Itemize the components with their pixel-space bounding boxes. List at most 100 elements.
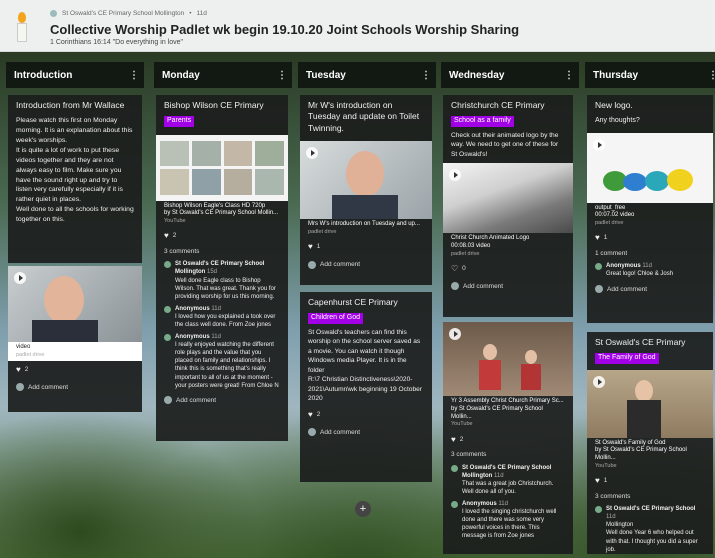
post-title: Bishop Wilson CE Primary [164, 100, 264, 110]
video-meta: Yr 3 Assembly Christ Church Primary Sc..… [451, 398, 564, 428]
video-meta: video padlet drive [8, 342, 142, 361]
post-body: Please watch this first on Monday mornin… [16, 117, 134, 223]
post-card[interactable]: Capenhurst CE Primary Children of God St… [300, 292, 432, 482]
video-thumbnail[interactable] [443, 322, 573, 396]
column-menu-icon[interactable]: ⋮ [421, 70, 431, 81]
column-wednesday: Wednesday ⋮ [441, 62, 579, 88]
video-meta: Bishop Wilson Eagle's Class HD 720p by S… [164, 202, 279, 225]
post-card[interactable]: Bishop Wilson CE Primary Parents Bishop … [156, 95, 288, 441]
video-thumbnail[interactable] [8, 266, 142, 342]
comment-count: 3 comments [451, 451, 487, 459]
heart-icon[interactable]: ♡ [451, 263, 458, 275]
heart-icon[interactable]: ♥ [595, 475, 600, 487]
play-icon[interactable] [306, 147, 318, 160]
post-body: Check out their animated logo by the way… [451, 131, 559, 158]
video-thumbnail[interactable] [156, 134, 288, 201]
comment-count: 3 comments [595, 492, 631, 500]
padlet-header: St Oswald's CE Primary School Mollington… [0, 0, 715, 52]
play-icon[interactable] [449, 328, 461, 340]
video-thumbnail[interactable] [587, 132, 713, 203]
post-title: Capenhurst CE Primary [308, 297, 398, 307]
post-card[interactable]: Introduction from Mr Wallace Please watc… [8, 95, 142, 263]
like-row[interactable]: ♥ 2 [156, 227, 288, 245]
post-title: Introduction from Mr Wallace [16, 100, 125, 110]
column-tuesday: Tuesday ⋮ [298, 62, 436, 88]
add-comment-button[interactable]: Add comment [300, 424, 432, 441]
post-card[interactable]: Mr W's introduction on Tuesday and updat… [300, 95, 432, 285]
video-thumbnail[interactable] [443, 163, 573, 234]
heart-icon[interactable]: ♥ [308, 241, 313, 253]
play-icon[interactable] [593, 138, 605, 151]
avatar [164, 261, 171, 269]
add-post-button[interactable]: + [355, 501, 371, 517]
heart-icon[interactable]: ♥ [595, 232, 600, 244]
like-row[interactable]: ♥ 2 [443, 431, 573, 449]
comment: St Oswald's CE Primary School Mollington… [443, 462, 573, 498]
post-card[interactable]: New logo. Any thoughts? output_free 00:0… [587, 95, 713, 323]
post-tag: Parents [164, 116, 195, 127]
video-meta: Christ Church Animated Logo 00:08.03 vid… [451, 235, 530, 257]
video-meta: output_free 00:07.02 video padlet drive [595, 204, 635, 227]
video-meta: St Oswald's Family of God by St Oswald's… [595, 439, 687, 469]
post-title: Christchurch CE Primary [451, 100, 545, 110]
comment: Anonymous 11d I loved how you explained a… [156, 303, 288, 331]
play-icon[interactable] [14, 272, 26, 284]
column-header: Introduction ⋮ [6, 62, 144, 88]
comment: St Oswald's CE Primary School Mollington… [156, 258, 288, 302]
column-monday: Monday ⋮ [154, 62, 292, 88]
add-comment-button[interactable]: Add comment [300, 256, 432, 273]
add-comment-button[interactable]: Add comment [443, 278, 573, 295]
avatar [16, 383, 24, 392]
like-row[interactable]: ♥ 2 [300, 406, 432, 424]
column-menu-icon[interactable]: ⋮ [277, 70, 287, 81]
column-menu-icon[interactable]: ⋮ [564, 70, 574, 81]
heart-icon[interactable]: ♥ [164, 230, 169, 242]
author-name[interactable]: St Oswald's CE Primary School Mollington [62, 10, 184, 17]
add-comment-button[interactable]: Add comment [8, 379, 142, 396]
avatar [308, 428, 316, 437]
post-title: New logo. [595, 100, 633, 110]
video-thumbnail[interactable] [587, 369, 713, 438]
comment-count: 3 comments [164, 247, 200, 255]
avatar [451, 282, 459, 291]
post-title: St Oswald's CE Primary [595, 337, 686, 347]
post-card[interactable]: Christchurch CE Primary School as a fami… [443, 95, 573, 317]
heart-icon[interactable]: ♥ [308, 409, 313, 421]
page-subtitle: 1 Corinthians 16:14 "Do everything in lo… [50, 39, 183, 46]
like-row[interactable]: ♥ 1 [587, 229, 713, 247]
avatar [595, 263, 602, 271]
add-comment-button[interactable]: Add comment [587, 281, 713, 298]
like-row[interactable]: ♥ 2 [8, 361, 142, 379]
post-body: St Oswald's teachers can find this worsh… [308, 328, 422, 403]
post-tag: Children of God [308, 313, 364, 324]
avatar [451, 464, 458, 472]
add-comment-button[interactable]: Add comment [156, 392, 288, 409]
like-row[interactable]: ♥ 1 [300, 238, 432, 256]
like-row[interactable]: ♡ 0 [443, 260, 573, 278]
play-icon[interactable] [449, 169, 461, 182]
heart-icon[interactable]: ♥ [16, 364, 21, 376]
heart-icon[interactable]: ♥ [451, 434, 456, 446]
comment: Anonymous 11d I really enjoyed watching t… [156, 331, 288, 392]
column-menu-icon[interactable]: ⋮ [708, 70, 715, 81]
video-thumbnail[interactable] [300, 141, 432, 220]
play-icon[interactable] [593, 375, 605, 388]
like-row[interactable]: ♥ 1 [587, 472, 713, 490]
post-tag: School as a family [451, 116, 514, 127]
author-meta: St Oswald's CE Primary School Mollington… [50, 10, 207, 17]
comment: Anonymous 11d I loved the singing christc… [443, 498, 573, 542]
post-tag: The Family of God [595, 353, 659, 364]
author-avatar [50, 10, 57, 17]
avatar [164, 334, 171, 342]
column-header: Thursday ⋮ [585, 62, 715, 88]
post-card[interactable]: St Oswald's CE Primary The Family of God… [587, 332, 713, 554]
avatar [451, 500, 458, 508]
avatar [164, 396, 172, 405]
post-card[interactable]: Yr 3 Assembly Christ Church Primary Sc..… [443, 322, 573, 554]
post-card[interactable]: video padlet drive ♥ 2 Add comment [8, 266, 142, 412]
post-body: Any thoughts? [595, 117, 640, 125]
column-menu-icon[interactable]: ⋮ [129, 70, 139, 81]
comment: St Oswald's CE Primary School 11d Molling… [587, 503, 713, 556]
avatar [595, 506, 602, 514]
avatar [595, 285, 603, 294]
